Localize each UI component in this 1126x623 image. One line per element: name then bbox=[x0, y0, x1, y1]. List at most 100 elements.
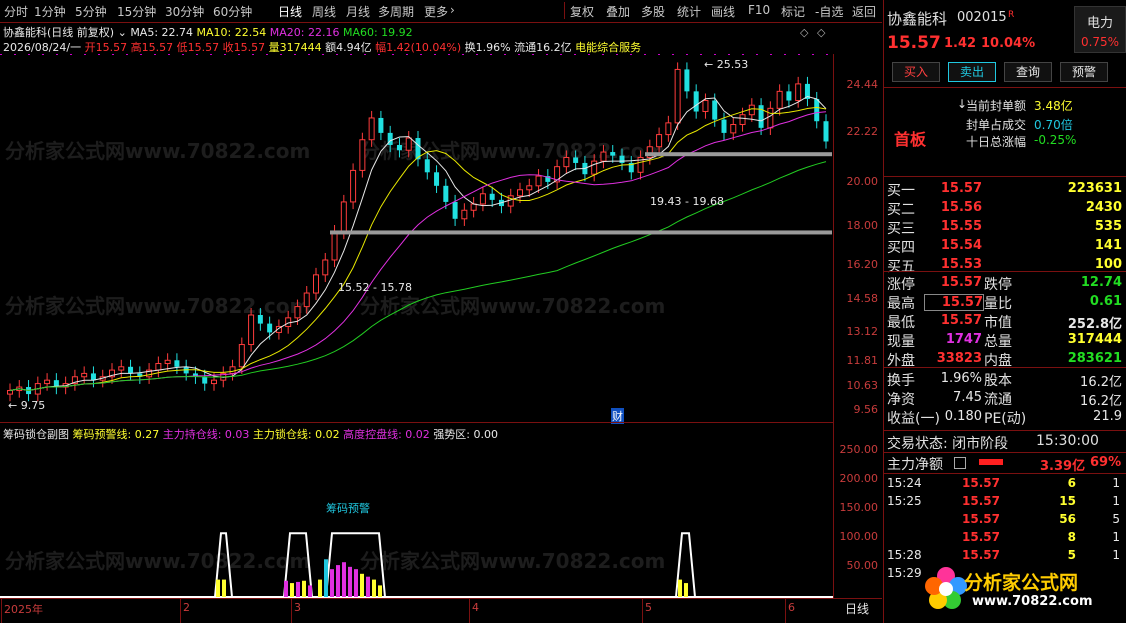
divider bbox=[884, 452, 1126, 453]
chip-bar bbox=[372, 579, 376, 597]
divider bbox=[0, 422, 834, 423]
divider bbox=[884, 473, 1126, 474]
period-15min[interactable]: 15分钟 bbox=[117, 3, 156, 20]
alert-button[interactable]: 预警 bbox=[1060, 62, 1108, 82]
tool-back[interactable]: 返回 bbox=[852, 3, 876, 20]
tool-mark[interactable]: 标记 bbox=[781, 3, 805, 20]
candle-body bbox=[155, 363, 162, 371]
candle-body bbox=[748, 104, 755, 116]
period-fenshi[interactable]: 分时 bbox=[4, 3, 28, 20]
tool-f10[interactable]: F10 bbox=[748, 3, 770, 17]
tick-time: 15:25 bbox=[887, 494, 922, 508]
chip-bar bbox=[684, 583, 688, 597]
high-marker-value: 25.53 bbox=[716, 58, 749, 71]
candle-body bbox=[174, 360, 180, 367]
tick-count: 5 bbox=[1112, 512, 1120, 526]
stat-label: 总量 bbox=[984, 334, 1012, 350]
net-bar bbox=[979, 459, 1003, 465]
candle-body bbox=[350, 169, 357, 203]
stat-value: 15.57 bbox=[940, 313, 982, 328]
divider bbox=[884, 176, 1126, 177]
stat-label: 市值 bbox=[984, 315, 1012, 331]
query-button[interactable]: 查询 bbox=[1004, 62, 1052, 82]
sub-tick-label: 200.00 bbox=[839, 472, 879, 485]
orderbook-price[interactable]: 15.54 bbox=[924, 238, 982, 253]
tool-overlay[interactable]: 叠加 bbox=[606, 3, 630, 20]
ma10-label: MA10: 22.54 bbox=[196, 26, 267, 39]
quote-change: 幅1.42(10.04%) bbox=[375, 41, 462, 54]
tick-time: 15:28 bbox=[887, 548, 922, 562]
list-icon[interactable] bbox=[954, 457, 966, 469]
orderbook-price[interactable]: 15.53 bbox=[924, 257, 982, 272]
candle-body bbox=[730, 124, 737, 134]
period-month[interactable]: 月线 bbox=[346, 3, 370, 20]
quote-panel: 协鑫能科 002015 R 电力 0.75% 15.57 1.42 10.04%… bbox=[883, 0, 1126, 623]
candle-body bbox=[776, 90, 783, 109]
period-1min[interactable]: 1分钟 bbox=[34, 3, 66, 20]
x-tick-label: 2 bbox=[183, 601, 190, 614]
sub-tick-label: 100.00 bbox=[839, 530, 879, 543]
period-more[interactable]: 更多 bbox=[424, 3, 448, 20]
stat-value: 1747 bbox=[945, 332, 982, 347]
stat-value: 283621 bbox=[1067, 351, 1122, 366]
tick-price: 15.57 bbox=[962, 494, 1000, 508]
period-week[interactable]: 周线 bbox=[312, 3, 336, 20]
high-marker: ← 25.53 bbox=[704, 58, 749, 71]
chevron-down-icon[interactable]: ⌄ bbox=[118, 26, 127, 39]
tool-watchlist[interactable]: -自选 bbox=[815, 3, 843, 20]
buy-button[interactable]: 买入 bbox=[892, 62, 940, 82]
tick-price: 15.57 bbox=[962, 476, 1000, 490]
period-multi[interactable]: 多周期 bbox=[378, 3, 414, 20]
sector-name: 电力 bbox=[1086, 16, 1113, 31]
period-day[interactable]: 日线 bbox=[278, 3, 302, 20]
stock-pct: 10.04% bbox=[981, 36, 1036, 51]
tick-volume: 56 bbox=[1059, 512, 1076, 526]
period-5min[interactable]: 5分钟 bbox=[75, 3, 107, 20]
toolbar: 分时 1分钟 5分钟 15分钟 30分钟 60分钟 日线 周线 月线 多周期 更… bbox=[0, 0, 882, 23]
candle-body bbox=[517, 189, 523, 197]
tool-stats[interactable]: 统计 bbox=[677, 3, 701, 20]
diamond-icon[interactable]: ◇ bbox=[800, 26, 808, 39]
stat-value: 317444 bbox=[1067, 332, 1122, 347]
x-tick-line bbox=[1, 598, 2, 623]
orderbook-label: 买五 bbox=[887, 259, 915, 275]
orderbook-price[interactable]: 15.56 bbox=[924, 200, 982, 215]
orderbook-price[interactable]: 15.55 bbox=[924, 219, 982, 234]
tool-draw[interactable]: 画线 bbox=[711, 3, 735, 20]
candle-body bbox=[461, 209, 468, 220]
sub-chart[interactable] bbox=[0, 440, 834, 598]
candle-body bbox=[313, 274, 319, 294]
orderbook-price[interactable]: 15.57 bbox=[924, 181, 982, 196]
period-tag[interactable]: 日线 bbox=[845, 600, 869, 617]
candle-body bbox=[340, 201, 347, 233]
orderbook-volume: 2430 bbox=[1085, 200, 1122, 215]
divider bbox=[884, 430, 1126, 431]
candle-body bbox=[44, 379, 51, 385]
stat-value: 33823 bbox=[936, 351, 982, 366]
chip-bar bbox=[216, 579, 220, 597]
x-tick-line bbox=[642, 598, 643, 623]
tool-fuquan[interactable]: 复权 bbox=[570, 3, 594, 20]
stat-value: 7.45 bbox=[953, 390, 982, 405]
diamond-icon[interactable]: ◇ bbox=[817, 26, 825, 39]
stock-code: 002015 bbox=[957, 10, 1007, 25]
logo-url: www.70822.com bbox=[972, 594, 1093, 609]
range2-label: 19.43 - 19.68 bbox=[650, 195, 724, 208]
main-net-value: 3.39亿 bbox=[1040, 459, 1086, 474]
price-chart[interactable] bbox=[0, 54, 834, 422]
orderbook-volume: 223631 bbox=[1067, 181, 1122, 196]
period-60min[interactable]: 60分钟 bbox=[213, 3, 252, 20]
period-30min[interactable]: 30分钟 bbox=[165, 3, 204, 20]
tool-multi-stock[interactable]: 多股 bbox=[641, 3, 665, 20]
x-tick-label: 3 bbox=[294, 601, 301, 614]
divider bbox=[564, 2, 565, 19]
quote-close: 收15.57 bbox=[222, 41, 266, 54]
candle-body bbox=[90, 373, 96, 381]
sell-button[interactable]: 卖出 bbox=[948, 62, 996, 82]
sector-box[interactable]: 电力 0.75% bbox=[1074, 6, 1126, 53]
candle-body bbox=[322, 259, 329, 276]
stock-flag: R bbox=[1008, 10, 1015, 20]
candle-body bbox=[712, 100, 718, 120]
candle-body bbox=[758, 105, 764, 128]
candle-body bbox=[368, 117, 375, 141]
